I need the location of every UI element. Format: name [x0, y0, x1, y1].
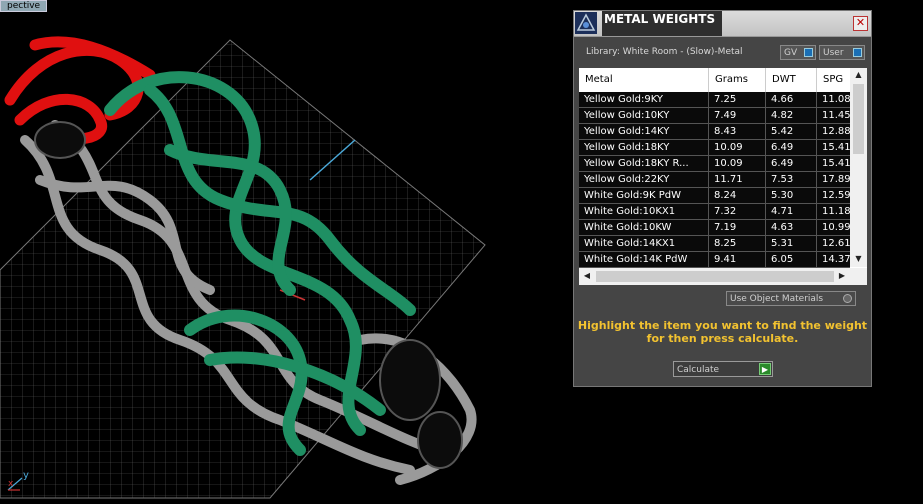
cell-grams: 9.41 [709, 252, 766, 267]
matrix-app-icon [575, 12, 597, 34]
table-row[interactable]: White Gold:10KX1 7.32 4.71 11.18 [579, 204, 857, 220]
table-body: Metal Grams DWT SPG Yellow Gold:9KY 7.25 4… [579, 68, 857, 268]
column-header-metal[interactable]: Metal [579, 68, 709, 92]
cell-grams: 7.32 [709, 204, 766, 219]
cell-grams: 8.43 [709, 124, 766, 139]
cell-metal: Yellow Gold:22KY [579, 172, 709, 187]
table-row[interactable]: Yellow Gold:18KY R... 10.09 6.49 15.41 [579, 156, 857, 172]
gv-label: GV [784, 48, 798, 58]
column-header-dwt[interactable]: DWT [766, 68, 817, 92]
cell-dwt: 6.05 [766, 252, 817, 267]
cell-dwt: 6.49 [766, 140, 817, 155]
cell-dwt: 7.53 [766, 172, 817, 187]
cell-metal: Yellow Gold:18KY R... [579, 156, 709, 171]
horizontal-scrollbar[interactable]: ◀ ▶ [579, 268, 867, 285]
user-label: User [823, 48, 844, 58]
table-row[interactable]: Yellow Gold:10KY 7.49 4.82 11.45 [579, 108, 857, 124]
use-object-materials-label: Use Object Materials [730, 294, 824, 304]
scroll-up-arrow-icon[interactable]: ▲ [850, 70, 867, 79]
vertical-scrollbar[interactable]: ▲ ▼ [850, 68, 867, 267]
cell-dwt: 6.49 [766, 156, 817, 171]
cell-grams: 11.71 [709, 172, 766, 187]
calculate-label: Calculate [677, 365, 720, 375]
cell-dwt: 4.66 [766, 92, 817, 107]
panel-titlebar[interactable]: METAL WEIGHTS ✕ [574, 11, 871, 37]
metal-weights-panel: METAL WEIGHTS ✕ Library: White Room - (S… [573, 10, 872, 387]
cell-metal: White Gold:10KW [579, 220, 709, 235]
axis-x-label: x [8, 479, 14, 489]
table-row[interactable]: Yellow Gold:18KY 10.09 6.49 15.41 [579, 140, 857, 156]
cell-dwt: 4.63 [766, 220, 817, 235]
table-row[interactable]: Yellow Gold:9KY 7.25 4.66 11.08 [579, 92, 857, 108]
cell-grams: 7.49 [709, 108, 766, 123]
cell-grams: 8.24 [709, 188, 766, 203]
cell-dwt: 4.71 [766, 204, 817, 219]
axis-y-label: y [23, 470, 29, 481]
table-row[interactable]: White Gold:9K PdW 8.24 5.30 12.59 [579, 188, 857, 204]
instruction-line-1: Highlight the item you want to find the … [577, 319, 868, 332]
cell-dwt: 5.30 [766, 188, 817, 203]
close-button[interactable]: ✕ [853, 16, 868, 31]
instruction-text: Highlight the item you want to find the … [574, 319, 871, 345]
cell-metal: Yellow Gold:18KY [579, 140, 709, 155]
vertical-scroll-thumb[interactable] [853, 84, 864, 154]
panel-title: METAL WEIGHTS [602, 11, 722, 36]
cell-metal: Yellow Gold:14KY [579, 124, 709, 139]
user-toggle[interactable]: User [819, 45, 865, 60]
use-object-materials-toggle[interactable]: Use Object Materials [726, 291, 856, 306]
metal-weights-table[interactable]: Metal Grams DWT SPG Yellow Gold:9KY 7.25 4… [579, 68, 867, 285]
cell-grams: 7.25 [709, 92, 766, 107]
cell-metal: Yellow Gold:10KY [579, 108, 709, 123]
cell-dwt: 5.42 [766, 124, 817, 139]
cell-dwt: 4.82 [766, 108, 817, 123]
gv-toggle[interactable]: GV [780, 45, 816, 60]
cell-grams: 7.19 [709, 220, 766, 235]
calculate-button[interactable]: Calculate ▶ [673, 361, 773, 377]
cell-grams: 10.09 [709, 156, 766, 171]
cell-metal: White Gold:14KX1 [579, 236, 709, 251]
instruction-line-2: for then press calculate. [646, 332, 799, 345]
table-row[interactable]: White Gold:10KW 7.19 4.63 10.99 [579, 220, 857, 236]
cell-metal: White Gold:9K PdW [579, 188, 709, 203]
table-row[interactable]: White Gold:14K PdW 9.41 6.05 14.37 [579, 252, 857, 268]
cell-metal: White Gold:10KX1 [579, 204, 709, 219]
cell-grams: 10.09 [709, 140, 766, 155]
viewport-label[interactable]: pective [0, 0, 48, 12]
column-header-grams[interactable]: Grams [709, 68, 766, 92]
cell-dwt: 5.31 [766, 236, 817, 251]
play-arrow-icon: ▶ [759, 363, 771, 375]
cell-grams: 8.25 [709, 236, 766, 251]
scroll-down-arrow-icon[interactable]: ▼ [850, 254, 867, 263]
scroll-right-arrow-icon[interactable]: ▶ [837, 271, 847, 280]
table-row[interactable]: White Gold:14KX1 8.25 5.31 12.61 [579, 236, 857, 252]
cell-metal: White Gold:14K PdW [579, 252, 709, 267]
horizontal-scroll-thumb[interactable] [596, 271, 834, 282]
cell-metal: Yellow Gold:9KY [579, 92, 709, 107]
table-row[interactable]: Yellow Gold:14KY 8.43 5.42 12.88 [579, 124, 857, 140]
gv-toggle-knob [804, 48, 813, 57]
scroll-left-arrow-icon[interactable]: ◀ [582, 271, 592, 280]
use-object-materials-radio[interactable] [843, 294, 852, 303]
table-row[interactable]: Yellow Gold:22KY 11.71 7.53 17.89 [579, 172, 857, 188]
user-toggle-knob [853, 48, 862, 57]
library-label: Library: White Room - (Slow)-Metal [586, 47, 743, 57]
